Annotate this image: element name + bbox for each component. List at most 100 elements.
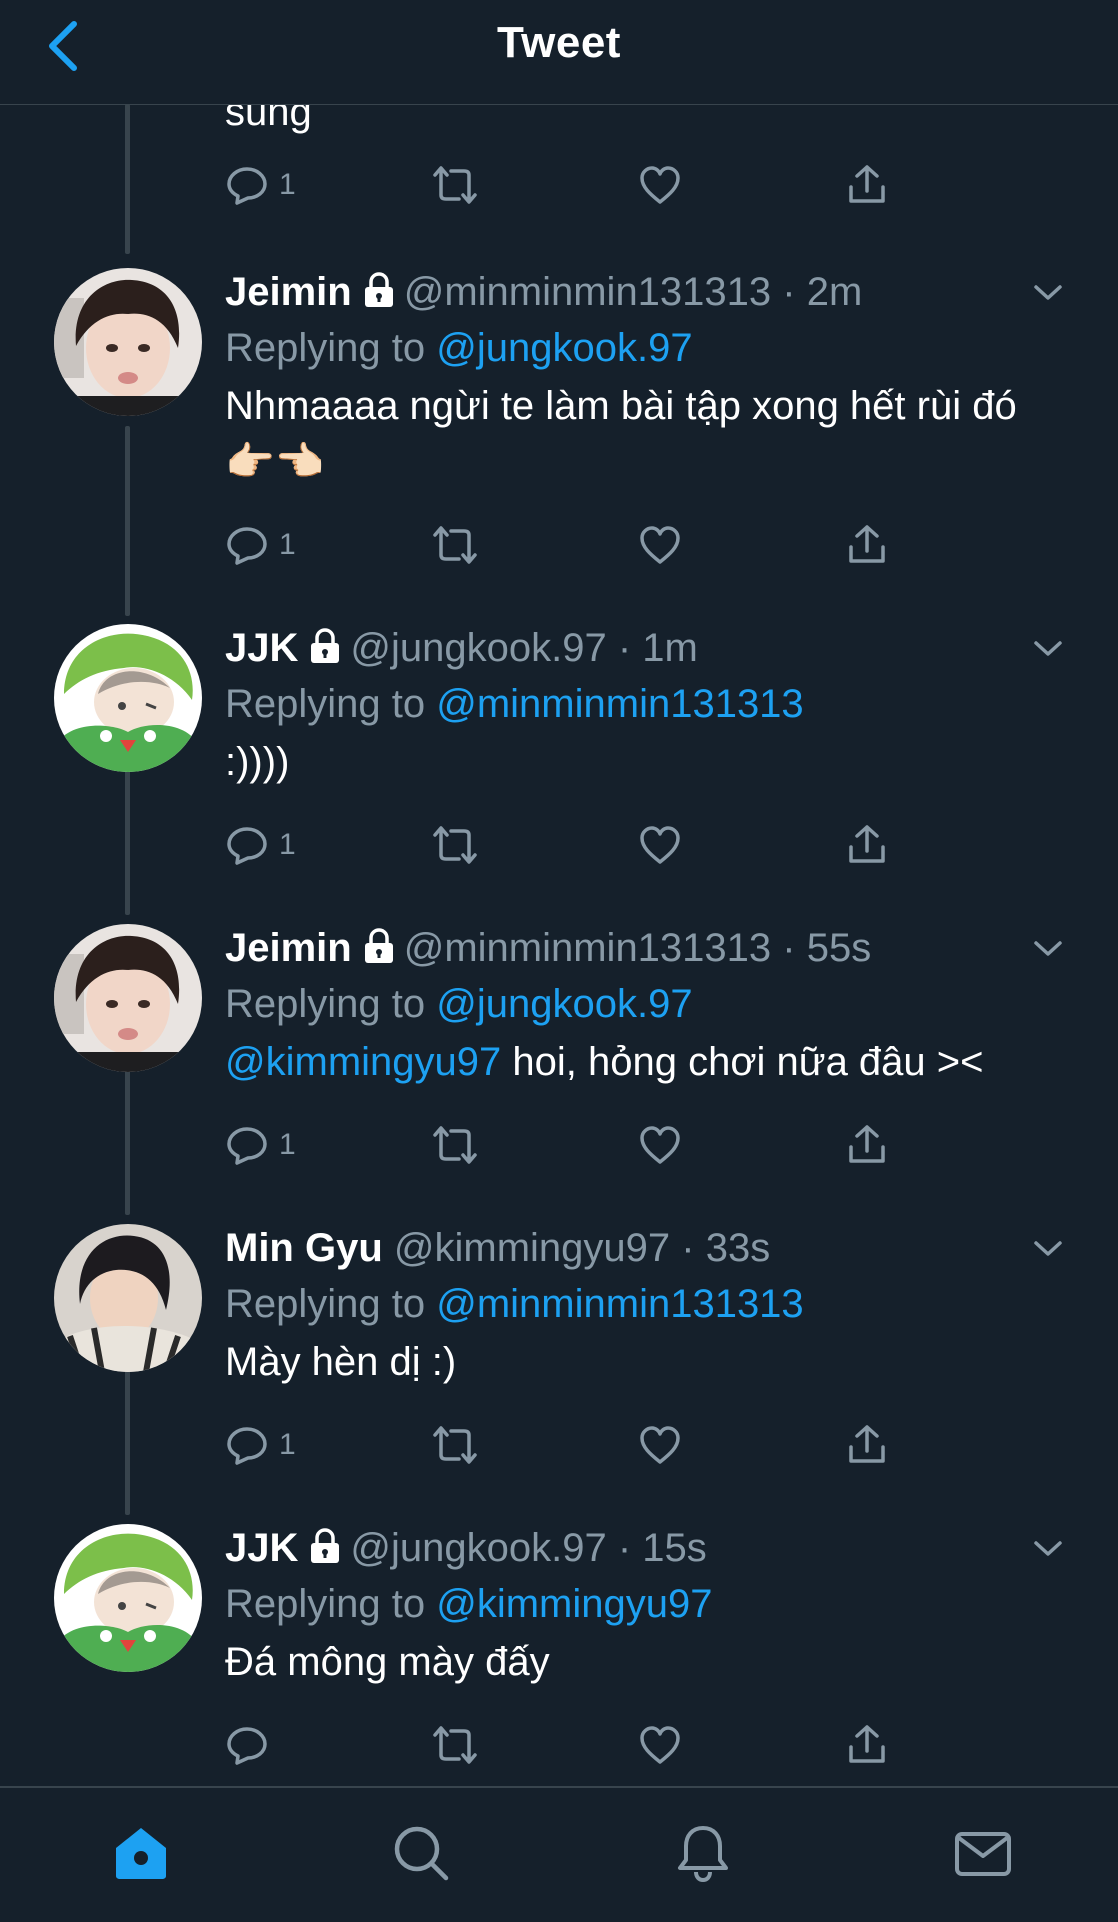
tweet[interactable]: Jeimin @minminmin131313 · 2m Replying to …	[0, 268, 1118, 598]
reply-count: 1	[279, 168, 296, 201]
tab-home[interactable]	[110, 1822, 172, 1884]
retweet-icon	[433, 1726, 477, 1764]
share-icon	[849, 1125, 885, 1163]
share-button[interactable]	[845, 160, 889, 210]
bottom-tab-bar	[0, 1786, 1118, 1922]
conversation-thread[interactable]: sung 1 Jeimin @minminmin131313 · 2m Repl…	[0, 104, 1118, 1786]
like-icon	[640, 1126, 680, 1164]
handle[interactable]: @jungkook.97	[350, 1526, 606, 1570]
retweet-icon	[433, 1126, 477, 1164]
avatar[interactable]	[54, 624, 202, 772]
replying-to-link[interactable]: @minminmin131313	[436, 682, 803, 726]
display-name[interactable]: Jeimin	[225, 926, 352, 970]
tweet-text: Mày hèn dị :)	[225, 1340, 457, 1384]
more-options-button[interactable]	[1028, 1534, 1068, 1564]
chevron-down-icon	[1034, 1541, 1062, 1556]
tweet[interactable]: Jeimin @minminmin131313 · 55s Replying to…	[0, 924, 1118, 1224]
like-button[interactable]	[638, 820, 682, 870]
reply-button[interactable]: 1	[225, 820, 296, 870]
display-name[interactable]: Min Gyu	[225, 1226, 383, 1270]
replying-to-link[interactable]: @kimmingyu97	[436, 1582, 712, 1626]
retweet-icon	[433, 166, 477, 204]
display-name[interactable]: JJK	[225, 626, 298, 670]
reply-count: 1	[279, 828, 296, 861]
retweet-button[interactable]	[431, 1420, 479, 1470]
avatar[interactable]	[54, 1524, 202, 1672]
share-button[interactable]	[845, 520, 889, 570]
messages-icon	[955, 1832, 1011, 1876]
reply-icon	[227, 167, 267, 205]
avatar[interactable]	[54, 924, 202, 1072]
replying-to-link[interactable]: @jungkook.97	[436, 982, 692, 1026]
home-icon	[116, 1828, 166, 1879]
share-button[interactable]	[845, 1420, 889, 1470]
tab-notifications[interactable]	[672, 1822, 734, 1884]
tweet[interactable]: JJK @jungkook.97 · 15s Replying to @kimmi…	[0, 1524, 1118, 1786]
tweet-actions	[225, 1720, 925, 1770]
notifications-icon	[678, 1826, 728, 1883]
retweet-button[interactable]	[431, 520, 479, 570]
handle[interactable]: @jungkook.97	[350, 626, 606, 670]
retweet-button[interactable]	[431, 160, 479, 210]
tweet-actions: 1	[225, 520, 925, 570]
display-name[interactable]: JJK	[225, 1526, 298, 1570]
share-button[interactable]	[845, 1120, 889, 1170]
tweet-text-rest: hoi, hỏng chơi nữa đâu ><	[501, 1040, 984, 1084]
chevron-down-icon	[1034, 941, 1062, 956]
tweet[interactable]: JJK @jungkook.97 · 1m Replying to @minmin…	[0, 624, 1118, 924]
tab-messages[interactable]	[952, 1822, 1014, 1884]
tweet[interactable]: Min Gyu @kimmingyu97 · 33s Replying to @…	[0, 1224, 1118, 1524]
handle[interactable]: @kimmingyu97	[394, 1226, 670, 1270]
lock-icon	[364, 272, 393, 307]
avatar[interactable]	[54, 1224, 202, 1372]
like-icon	[640, 1426, 680, 1464]
tweet-text: @kimmingyu97 hoi, hỏng chơi nữa đâu ><	[225, 1034, 1058, 1090]
like-button[interactable]	[638, 160, 682, 210]
retweet-button[interactable]	[431, 1720, 479, 1770]
mention-link[interactable]: @kimmingyu97	[225, 1040, 501, 1084]
like-button[interactable]	[638, 1120, 682, 1170]
more-options-button[interactable]	[1028, 1234, 1068, 1264]
reply-icon	[227, 1427, 267, 1465]
replying-to-link[interactable]: @jungkook.97	[436, 326, 692, 370]
tweet-actions: 1	[225, 1120, 925, 1170]
reply-button[interactable]: 1	[225, 1120, 296, 1170]
timestamp: 1m	[642, 626, 698, 670]
reply-button[interactable]: 1	[225, 1420, 296, 1470]
more-options-button[interactable]	[1028, 278, 1068, 308]
reply-button[interactable]: 1	[225, 520, 296, 570]
replying-to-link[interactable]: @minminmin131313	[436, 1282, 803, 1326]
like-button[interactable]	[638, 1420, 682, 1470]
reply-button[interactable]	[225, 1720, 279, 1770]
display-name[interactable]: Jeimin	[225, 270, 352, 314]
retweet-button[interactable]	[431, 1120, 479, 1170]
like-icon	[640, 1726, 680, 1764]
handle[interactable]: @minminmin131313	[404, 926, 771, 970]
reply-count: 1	[279, 1128, 296, 1161]
tweet-text: sung	[225, 104, 312, 134]
share-button[interactable]	[845, 820, 889, 870]
timestamp: 2m	[806, 270, 863, 314]
avatar[interactable]	[54, 268, 202, 416]
retweet-button[interactable]	[431, 820, 479, 870]
like-icon	[640, 826, 680, 864]
share-button[interactable]	[845, 1720, 889, 1770]
tweet-header: Jeimin @minminmin131313 · 2m	[225, 270, 863, 314]
more-options-button[interactable]	[1028, 934, 1068, 964]
timestamp: 15s	[642, 1526, 707, 1570]
reply-button[interactable]: 1	[225, 160, 296, 210]
timestamp: 55s	[806, 926, 872, 970]
like-button[interactable]	[638, 1720, 682, 1770]
tab-search[interactable]	[390, 1822, 452, 1884]
like-button[interactable]	[638, 520, 682, 570]
tweet-actions: 1	[225, 160, 925, 210]
replying-to: Replying to @jungkook.97	[225, 322, 693, 374]
replying-label: Replying to	[225, 682, 437, 726]
lock-icon	[311, 628, 340, 663]
page-title: Tweet	[497, 18, 621, 67]
reply-count: 1	[279, 1428, 296, 1461]
handle[interactable]: @minminmin131313	[404, 270, 771, 314]
share-icon	[849, 165, 885, 203]
share-icon	[849, 1725, 885, 1763]
more-options-button[interactable]	[1028, 634, 1068, 664]
